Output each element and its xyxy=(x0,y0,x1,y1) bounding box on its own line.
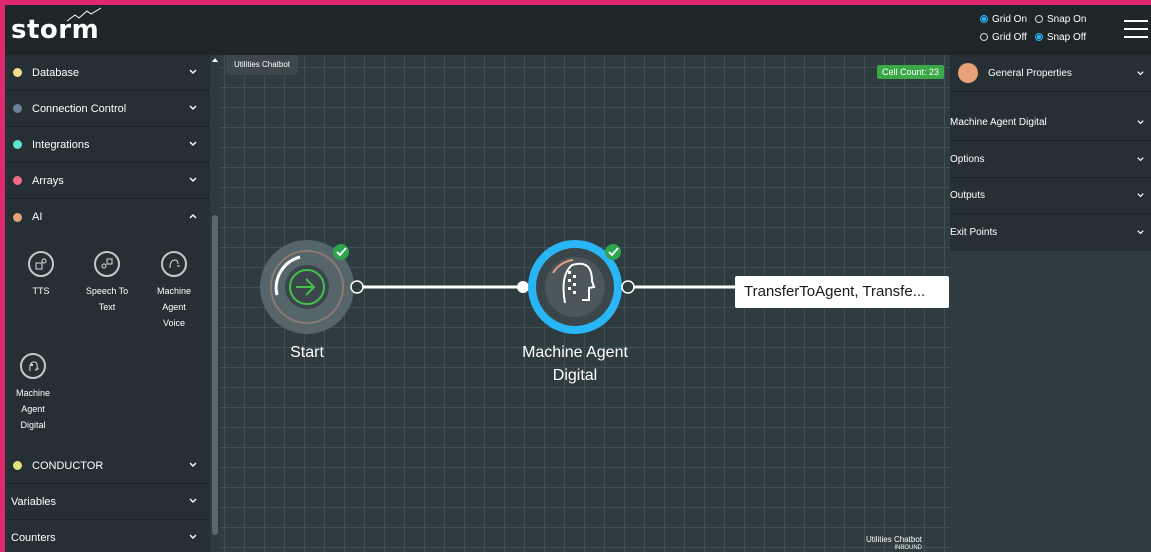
ai-tool-speech-to-text[interactable]: Speech To Text xyxy=(83,251,131,315)
scroll-thumb[interactable] xyxy=(212,215,218,535)
machine-agent-digital-label: Machine Agent Digital xyxy=(522,344,628,384)
scroll-up-icon[interactable] xyxy=(212,58,218,62)
properties-panel: General Properties Machine Agent Digital… xyxy=(950,55,1151,251)
ai-tool-machine-agent-voice[interactable]: Machine Agent Voice xyxy=(150,251,198,331)
ai-tool-machine-agent-digital[interactable]: Machine Agent Digital xyxy=(9,353,57,433)
chevron-up-icon xyxy=(189,214,197,219)
chevron-down-icon xyxy=(1137,157,1144,162)
snap-off-radio[interactable]: Snap Off xyxy=(1034,32,1086,43)
chevron-down-icon xyxy=(189,141,197,146)
sidebar-item-conductor[interactable]: CONDUCTOR xyxy=(5,448,210,484)
chevron-down-icon xyxy=(189,462,197,467)
sidebar-item-integrations[interactable]: Integrations xyxy=(5,127,210,163)
sidebar-item-counters[interactable]: Counters xyxy=(5,520,210,552)
sidebar-item-connection-control[interactable]: Connection Control xyxy=(5,91,210,127)
panel-machine-agent-digital[interactable]: Machine Agent Digital xyxy=(950,104,1151,141)
panel-outputs[interactable]: Outputs xyxy=(950,177,1151,214)
grid-off-radio[interactable]: Grid Off xyxy=(980,32,1027,43)
chevron-down-icon xyxy=(189,69,197,74)
lightning-icon xyxy=(66,7,102,22)
speech-to-text-icon xyxy=(94,251,120,277)
radio-empty-icon xyxy=(1035,15,1044,23)
radio-selected-icon xyxy=(980,15,988,23)
category-dot-icon xyxy=(13,212,22,222)
start-node-label: Start xyxy=(290,344,324,361)
sidebar-item-database[interactable]: Database xyxy=(5,55,210,91)
machine-agent-digital-icon xyxy=(20,353,46,379)
category-dot-icon xyxy=(13,104,22,113)
properties-panel-empty-area xyxy=(950,251,1151,552)
start-output-port[interactable] xyxy=(350,280,364,294)
flow-canvas[interactable]: Utilities Chatbot Cell Count: 23 Start M… xyxy=(220,55,950,552)
chevron-down-icon xyxy=(1137,193,1144,198)
tts-icon xyxy=(28,251,54,277)
chevron-down-icon xyxy=(1137,120,1144,125)
sidebar-item-ai[interactable]: AI xyxy=(5,199,210,235)
chevron-down-icon xyxy=(189,534,197,539)
hamburger-menu-icon[interactable] xyxy=(1124,20,1148,44)
radio-empty-icon xyxy=(980,33,988,41)
check-icon xyxy=(333,244,349,260)
exit-point-label[interactable]: TransferToAgent, Transfe... xyxy=(735,276,949,308)
category-dot-icon xyxy=(13,461,22,470)
chevron-down-icon xyxy=(1137,230,1144,235)
check-icon xyxy=(605,244,621,260)
sidebar-item-variables[interactable]: Variables xyxy=(5,484,210,520)
machine-agent-voice-icon xyxy=(161,251,187,277)
machine-agent-avatar-icon xyxy=(958,63,978,83)
panel-exit-points[interactable]: Exit Points xyxy=(950,214,1151,251)
category-dot-icon xyxy=(13,176,22,185)
panel-options[interactable]: Options xyxy=(950,141,1151,178)
sidebar-scrollbar[interactable] xyxy=(210,55,220,552)
category-dot-icon xyxy=(13,140,22,149)
radio-selected-icon xyxy=(1034,33,1043,41)
app-window: storm Grid On Snap On Grid Off Snap Off … xyxy=(5,5,1151,552)
flow-info: Utilities Chatbot INBOUND xyxy=(865,535,922,552)
chevron-down-icon xyxy=(189,498,197,503)
tool-sidebar: Database Connection Control Integrations… xyxy=(5,55,210,552)
panel-general-properties[interactable]: General Properties xyxy=(950,55,1151,92)
chevron-down-icon xyxy=(1137,71,1144,76)
grid-on-radio[interactable]: Grid On xyxy=(980,14,1027,25)
node-output-port[interactable] xyxy=(621,280,635,294)
category-dot-icon xyxy=(13,68,22,77)
top-bar: storm Grid On Snap On Grid Off Snap Off xyxy=(5,5,1151,55)
node-input-port xyxy=(517,281,529,293)
view-toggles: Grid On Snap On Grid Off Snap Off xyxy=(980,10,1087,46)
sidebar-item-arrays[interactable]: Arrays xyxy=(5,163,210,199)
chevron-down-icon xyxy=(189,177,197,182)
chevron-down-icon xyxy=(189,105,197,110)
snap-on-radio[interactable]: Snap On xyxy=(1035,14,1087,25)
ai-tool-tts[interactable]: TTS xyxy=(17,251,65,299)
